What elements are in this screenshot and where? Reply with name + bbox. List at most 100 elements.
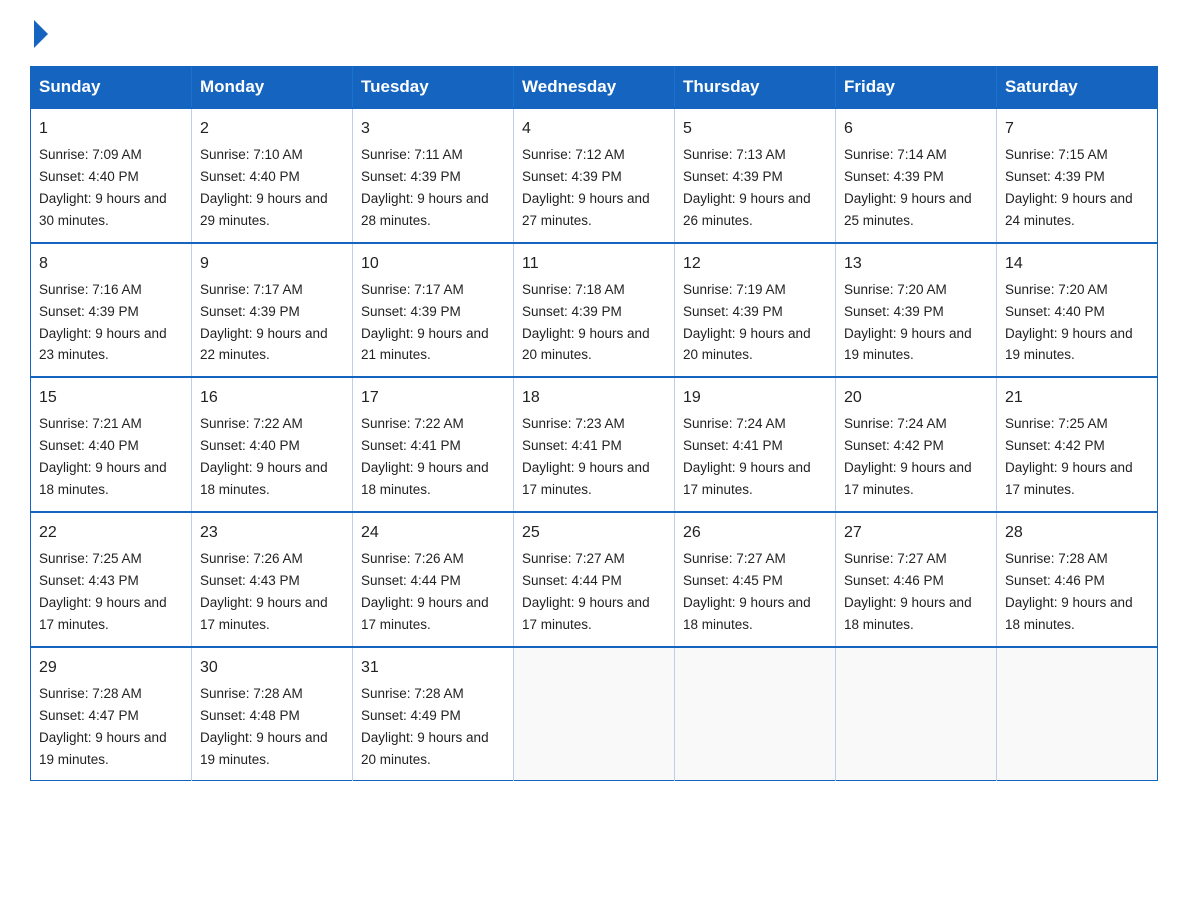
day-info: Sunrise: 7:24 AMSunset: 4:41 PMDaylight:… (683, 416, 811, 497)
day-info: Sunrise: 7:27 AMSunset: 4:44 PMDaylight:… (522, 551, 650, 632)
day-info: Sunrise: 7:10 AMSunset: 4:40 PMDaylight:… (200, 147, 328, 228)
day-info: Sunrise: 7:28 AMSunset: 4:47 PMDaylight:… (39, 686, 167, 767)
calendar-day-cell: 6 Sunrise: 7:14 AMSunset: 4:39 PMDayligh… (836, 108, 997, 243)
weekday-header-thursday: Thursday (675, 67, 836, 109)
calendar-day-cell: 2 Sunrise: 7:10 AMSunset: 4:40 PMDayligh… (192, 108, 353, 243)
day-info: Sunrise: 7:21 AMSunset: 4:40 PMDaylight:… (39, 416, 167, 497)
day-info: Sunrise: 7:12 AMSunset: 4:39 PMDaylight:… (522, 147, 650, 228)
day-info: Sunrise: 7:24 AMSunset: 4:42 PMDaylight:… (844, 416, 972, 497)
day-info: Sunrise: 7:13 AMSunset: 4:39 PMDaylight:… (683, 147, 811, 228)
weekday-header-saturday: Saturday (997, 67, 1158, 109)
calendar-day-cell: 27 Sunrise: 7:27 AMSunset: 4:46 PMDaylig… (836, 512, 997, 647)
day-number: 13 (844, 252, 988, 276)
day-number: 28 (1005, 521, 1149, 545)
day-info: Sunrise: 7:16 AMSunset: 4:39 PMDaylight:… (39, 282, 167, 363)
day-number: 18 (522, 386, 666, 410)
calendar-day-cell: 7 Sunrise: 7:15 AMSunset: 4:39 PMDayligh… (997, 108, 1158, 243)
day-info: Sunrise: 7:22 AMSunset: 4:40 PMDaylight:… (200, 416, 328, 497)
weekday-header-friday: Friday (836, 67, 997, 109)
day-number: 24 (361, 521, 505, 545)
calendar-day-cell: 24 Sunrise: 7:26 AMSunset: 4:44 PMDaylig… (353, 512, 514, 647)
day-number: 25 (522, 521, 666, 545)
day-number: 17 (361, 386, 505, 410)
calendar-week-row: 1 Sunrise: 7:09 AMSunset: 4:40 PMDayligh… (31, 108, 1158, 243)
day-info: Sunrise: 7:25 AMSunset: 4:42 PMDaylight:… (1005, 416, 1133, 497)
calendar-day-cell: 26 Sunrise: 7:27 AMSunset: 4:45 PMDaylig… (675, 512, 836, 647)
day-info: Sunrise: 7:28 AMSunset: 4:46 PMDaylight:… (1005, 551, 1133, 632)
day-number: 15 (39, 386, 183, 410)
calendar-day-cell: 23 Sunrise: 7:26 AMSunset: 4:43 PMDaylig… (192, 512, 353, 647)
day-info: Sunrise: 7:20 AMSunset: 4:40 PMDaylight:… (1005, 282, 1133, 363)
day-number: 23 (200, 521, 344, 545)
day-info: Sunrise: 7:17 AMSunset: 4:39 PMDaylight:… (361, 282, 489, 363)
day-number: 26 (683, 521, 827, 545)
calendar-day-cell: 21 Sunrise: 7:25 AMSunset: 4:42 PMDaylig… (997, 377, 1158, 512)
calendar-day-cell: 29 Sunrise: 7:28 AMSunset: 4:47 PMDaylig… (31, 647, 192, 781)
calendar-day-cell: 30 Sunrise: 7:28 AMSunset: 4:48 PMDaylig… (192, 647, 353, 781)
day-info: Sunrise: 7:14 AMSunset: 4:39 PMDaylight:… (844, 147, 972, 228)
page-header (30, 20, 1158, 48)
day-info: Sunrise: 7:17 AMSunset: 4:39 PMDaylight:… (200, 282, 328, 363)
logo (30, 20, 48, 48)
day-number: 5 (683, 117, 827, 141)
day-number: 10 (361, 252, 505, 276)
day-number: 12 (683, 252, 827, 276)
day-info: Sunrise: 7:22 AMSunset: 4:41 PMDaylight:… (361, 416, 489, 497)
day-info: Sunrise: 7:28 AMSunset: 4:48 PMDaylight:… (200, 686, 328, 767)
day-info: Sunrise: 7:27 AMSunset: 4:45 PMDaylight:… (683, 551, 811, 632)
calendar-day-cell: 28 Sunrise: 7:28 AMSunset: 4:46 PMDaylig… (997, 512, 1158, 647)
day-info: Sunrise: 7:28 AMSunset: 4:49 PMDaylight:… (361, 686, 489, 767)
calendar-day-cell: 11 Sunrise: 7:18 AMSunset: 4:39 PMDaylig… (514, 243, 675, 378)
weekday-header-wednesday: Wednesday (514, 67, 675, 109)
calendar-day-cell: 1 Sunrise: 7:09 AMSunset: 4:40 PMDayligh… (31, 108, 192, 243)
calendar-week-row: 29 Sunrise: 7:28 AMSunset: 4:47 PMDaylig… (31, 647, 1158, 781)
calendar-day-cell: 9 Sunrise: 7:17 AMSunset: 4:39 PMDayligh… (192, 243, 353, 378)
calendar-day-cell (997, 647, 1158, 781)
day-number: 14 (1005, 252, 1149, 276)
day-number: 3 (361, 117, 505, 141)
calendar-table: SundayMondayTuesdayWednesdayThursdayFrid… (30, 66, 1158, 781)
calendar-week-row: 22 Sunrise: 7:25 AMSunset: 4:43 PMDaylig… (31, 512, 1158, 647)
day-number: 29 (39, 656, 183, 680)
day-number: 21 (1005, 386, 1149, 410)
day-info: Sunrise: 7:27 AMSunset: 4:46 PMDaylight:… (844, 551, 972, 632)
calendar-day-cell: 16 Sunrise: 7:22 AMSunset: 4:40 PMDaylig… (192, 377, 353, 512)
day-number: 11 (522, 252, 666, 276)
calendar-day-cell (675, 647, 836, 781)
day-info: Sunrise: 7:26 AMSunset: 4:44 PMDaylight:… (361, 551, 489, 632)
calendar-day-cell: 5 Sunrise: 7:13 AMSunset: 4:39 PMDayligh… (675, 108, 836, 243)
day-info: Sunrise: 7:26 AMSunset: 4:43 PMDaylight:… (200, 551, 328, 632)
calendar-day-cell: 17 Sunrise: 7:22 AMSunset: 4:41 PMDaylig… (353, 377, 514, 512)
calendar-day-cell: 12 Sunrise: 7:19 AMSunset: 4:39 PMDaylig… (675, 243, 836, 378)
day-number: 2 (200, 117, 344, 141)
calendar-week-row: 8 Sunrise: 7:16 AMSunset: 4:39 PMDayligh… (31, 243, 1158, 378)
day-number: 22 (39, 521, 183, 545)
calendar-day-cell: 31 Sunrise: 7:28 AMSunset: 4:49 PMDaylig… (353, 647, 514, 781)
weekday-header-sunday: Sunday (31, 67, 192, 109)
calendar-day-cell: 19 Sunrise: 7:24 AMSunset: 4:41 PMDaylig… (675, 377, 836, 512)
logo-blue-text (30, 20, 48, 48)
calendar-day-cell: 25 Sunrise: 7:27 AMSunset: 4:44 PMDaylig… (514, 512, 675, 647)
calendar-day-cell: 10 Sunrise: 7:17 AMSunset: 4:39 PMDaylig… (353, 243, 514, 378)
calendar-day-cell: 3 Sunrise: 7:11 AMSunset: 4:39 PMDayligh… (353, 108, 514, 243)
day-info: Sunrise: 7:23 AMSunset: 4:41 PMDaylight:… (522, 416, 650, 497)
day-number: 31 (361, 656, 505, 680)
weekday-header-row: SundayMondayTuesdayWednesdayThursdayFrid… (31, 67, 1158, 109)
calendar-day-cell (514, 647, 675, 781)
weekday-header-monday: Monday (192, 67, 353, 109)
day-number: 27 (844, 521, 988, 545)
day-info: Sunrise: 7:11 AMSunset: 4:39 PMDaylight:… (361, 147, 489, 228)
calendar-day-cell: 13 Sunrise: 7:20 AMSunset: 4:39 PMDaylig… (836, 243, 997, 378)
day-info: Sunrise: 7:18 AMSunset: 4:39 PMDaylight:… (522, 282, 650, 363)
day-number: 4 (522, 117, 666, 141)
calendar-day-cell: 18 Sunrise: 7:23 AMSunset: 4:41 PMDaylig… (514, 377, 675, 512)
day-number: 30 (200, 656, 344, 680)
calendar-day-cell: 14 Sunrise: 7:20 AMSunset: 4:40 PMDaylig… (997, 243, 1158, 378)
day-number: 20 (844, 386, 988, 410)
day-number: 7 (1005, 117, 1149, 141)
calendar-day-cell: 15 Sunrise: 7:21 AMSunset: 4:40 PMDaylig… (31, 377, 192, 512)
day-number: 19 (683, 386, 827, 410)
day-info: Sunrise: 7:20 AMSunset: 4:39 PMDaylight:… (844, 282, 972, 363)
day-number: 8 (39, 252, 183, 276)
day-info: Sunrise: 7:15 AMSunset: 4:39 PMDaylight:… (1005, 147, 1133, 228)
